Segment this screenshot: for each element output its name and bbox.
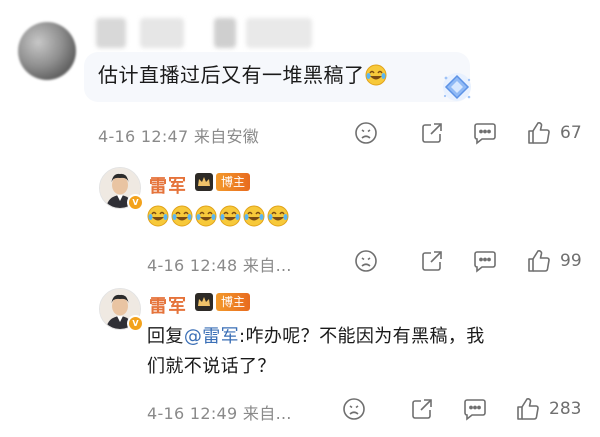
comment-text-content: 估计直播过后又有一堆黑稿了 (98, 63, 365, 87)
like-button[interactable] (526, 120, 552, 146)
crown-icon (195, 173, 213, 191)
comment-icon (474, 123, 496, 145)
comment-time: 4-16 12:47 (98, 127, 189, 146)
sad-face-icon (355, 122, 377, 144)
sad-face-icon (355, 250, 377, 272)
reply-author-name[interactable]: 雷军 (149, 172, 187, 198)
commenter-avatar[interactable] (18, 22, 76, 80)
laugh-cry-emoji-icon (365, 64, 386, 86)
verified-badge-icon: V (127, 315, 144, 332)
diamond-fan-badge-icon (443, 73, 471, 101)
mention-link[interactable]: @雷军 (184, 326, 239, 347)
commenter-name-blurred[interactable] (214, 18, 236, 48)
dislike-button[interactable] (354, 121, 378, 145)
thumbs-up-icon (528, 122, 550, 144)
reply-time: 4-16 12:48 (147, 256, 238, 275)
comment-location: 来自安徽 (193, 127, 260, 146)
share-icon (422, 251, 442, 271)
reply-location: 来自… (242, 256, 292, 275)
reply-text: 回复@雷军:咋办呢？不能因为有黑稿，我 们就不说话了？ (147, 322, 587, 382)
reply-prefix: 回复 (147, 326, 184, 347)
like-count: 67 (560, 123, 582, 143)
thumbs-up-icon (528, 250, 550, 272)
reply-location: 来自… (242, 404, 292, 423)
reply-text-line1: :咋办呢？不能因为有黑稿，我 (239, 326, 485, 347)
blogger-badge: 博主 (216, 293, 251, 311)
crown-icon (195, 293, 213, 311)
laugh-cry-emoji-icon (195, 205, 217, 227)
like-button[interactable] (515, 396, 541, 422)
like-count: 283 (549, 399, 582, 419)
share-button[interactable] (420, 249, 444, 273)
comment-icon (464, 399, 486, 421)
comment-icon (474, 251, 496, 273)
laugh-cry-emoji-icon (147, 205, 169, 227)
commenter-name-blurred[interactable] (246, 18, 312, 48)
laugh-cry-emoji-icon (171, 205, 193, 227)
verified-badge-icon: V (127, 194, 144, 211)
reply-meta: 4-16 12:49 来自… (147, 400, 292, 424)
share-icon (412, 399, 432, 419)
comment-text: 估计直播过后又有一堆黑稿了 (98, 60, 387, 90)
share-button[interactable] (410, 397, 434, 421)
commenter-name-blurred[interactable] (140, 18, 184, 48)
dislike-button[interactable] (342, 397, 366, 421)
like-count: 99 (560, 251, 582, 271)
reply-text-line2: 们就不说话了？ (147, 356, 276, 377)
laugh-cry-emoji-icon (243, 205, 265, 227)
dislike-button[interactable] (354, 249, 378, 273)
emoji-row (147, 205, 291, 227)
comment-button[interactable] (472, 121, 498, 145)
comment-button[interactable] (472, 249, 498, 273)
comment-button[interactable] (462, 397, 488, 421)
sad-face-icon (343, 398, 365, 420)
share-icon (422, 123, 442, 143)
share-button[interactable] (420, 121, 444, 145)
commenter-name-blurred[interactable] (96, 18, 126, 48)
reply-author-name[interactable]: 雷军 (149, 292, 187, 318)
blogger-badge: 博主 (216, 173, 251, 191)
thumbs-up-icon (517, 398, 539, 420)
reply-time: 4-16 12:49 (147, 404, 238, 423)
laugh-cry-emoji-icon (219, 205, 241, 227)
reply-meta: 4-16 12:48 来自… (147, 252, 292, 276)
comment-meta: 4-16 12:47 来自安徽 (98, 123, 259, 147)
like-button[interactable] (526, 248, 552, 274)
laugh-cry-emoji-icon (267, 205, 289, 227)
